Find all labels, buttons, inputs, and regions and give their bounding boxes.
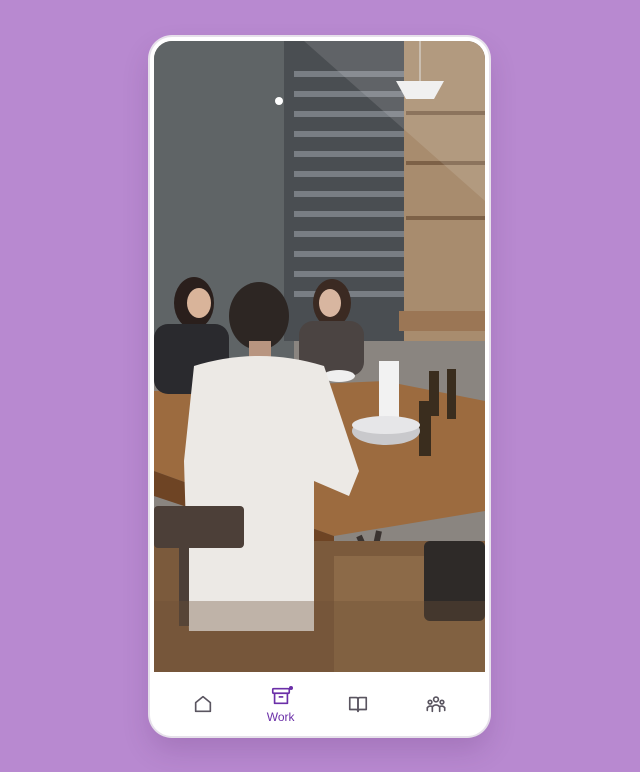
book-icon	[349, 696, 368, 713]
tab-work-label: Work	[266, 709, 295, 724]
tab-home[interactable]	[173, 678, 233, 730]
phone-frame: Work	[150, 37, 489, 736]
home-icon	[194, 695, 212, 713]
hero-photo	[154, 41, 485, 672]
tab-library[interactable]	[328, 678, 388, 730]
people-at-table-photo	[154, 41, 485, 672]
bottom-tab-bar: Work	[150, 672, 489, 736]
tab-team[interactable]	[406, 678, 466, 730]
tab-work[interactable]: Work	[251, 678, 311, 730]
notification-dot	[288, 686, 293, 690]
people-icon	[426, 696, 446, 713]
